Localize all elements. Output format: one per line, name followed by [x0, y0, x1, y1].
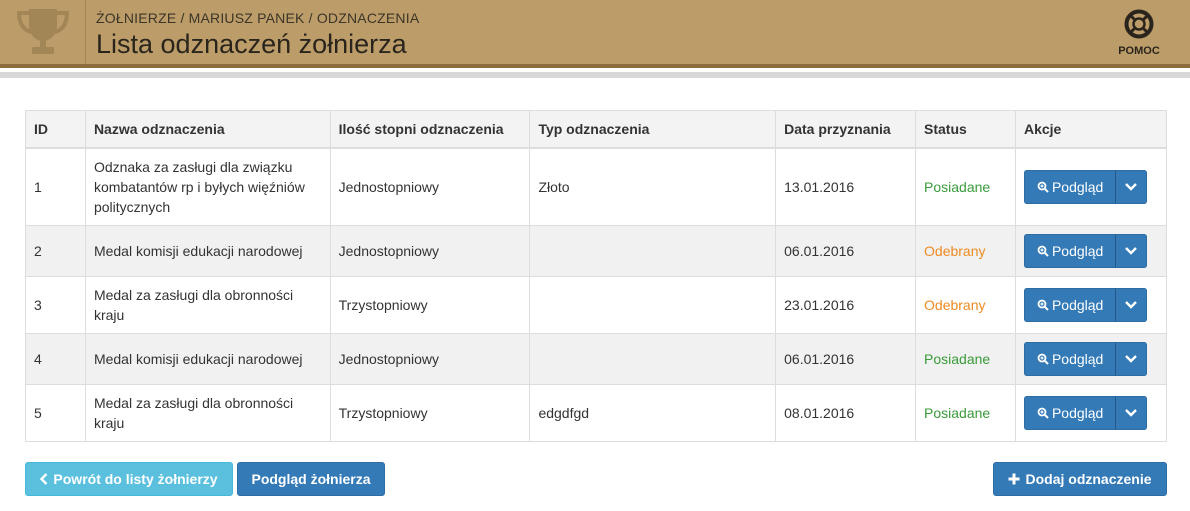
preview-button[interactable]: Podgląd	[1023, 396, 1116, 430]
header-shadow	[0, 72, 1190, 78]
cell-degrees: Jednostopniowy	[329, 333, 531, 385]
row-action-group: Podgląd	[1023, 234, 1148, 268]
cell-type	[529, 225, 777, 277]
column-header-name: Nazwa odznaczenia	[84, 110, 331, 149]
table-row: 3 Medal za zasługi dla obronności kraju …	[25, 276, 1168, 334]
row-action-group: Podgląd	[1023, 288, 1148, 322]
zoom-icon	[1037, 353, 1049, 365]
cell-type	[529, 333, 777, 385]
cell-id: 4	[25, 333, 86, 385]
cell-status: Odebrany	[915, 276, 1016, 334]
breadcrumb: ŻOŁNIERZE / MARIUSZ PANEK / ODZNACZENIA	[96, 10, 420, 26]
table-header-row: ID Nazwa odznaczenia Ilość stopni odznac…	[25, 110, 1168, 149]
cell-id: 3	[25, 276, 86, 334]
awards-table-wrapper: ID Nazwa odznaczenia Ilość stopni odznac…	[25, 110, 1168, 442]
column-header-date: Data przyznania	[775, 110, 917, 149]
cell-name: Odznaka za zasługi dla związku kombatant…	[84, 147, 331, 226]
actions-dropdown-toggle[interactable]	[1115, 396, 1148, 430]
chevron-down-icon	[1125, 355, 1138, 363]
actions-dropdown-toggle[interactable]	[1115, 234, 1148, 268]
cell-type: Złoto	[529, 147, 777, 226]
preview-button-label: Podgląd	[1051, 243, 1104, 259]
help-button[interactable]: POMOC	[1116, 9, 1162, 57]
row-action-group: Podgląd	[1023, 396, 1148, 430]
preview-button-label: Podgląd	[1051, 297, 1104, 313]
zoom-icon	[1037, 181, 1049, 193]
cell-date: 08.01.2016	[775, 384, 917, 442]
row-action-group: Podgląd	[1023, 342, 1148, 376]
cell-status: Posiadane	[915, 333, 1016, 385]
chevron-down-icon	[1125, 247, 1138, 255]
preview-button-label: Podgląd	[1051, 351, 1104, 367]
back-to-soldiers-button[interactable]: Powrót do listy żołnierzy	[25, 462, 233, 496]
page-title: Lista odznaczeń żołnierza	[96, 29, 407, 59]
column-header-id: ID	[25, 110, 86, 149]
column-header-degrees: Ilość stopni odznaczenia	[329, 110, 531, 149]
help-label: POMOC	[1118, 45, 1160, 57]
preview-button[interactable]: Podgląd	[1023, 234, 1116, 268]
cell-type: edgdfgd	[529, 384, 777, 442]
cell-name: Medal komisji edukacji narodowej	[84, 225, 331, 277]
actions-dropdown-toggle[interactable]	[1115, 288, 1148, 322]
row-action-group: Podgląd	[1023, 169, 1148, 204]
actions-dropdown-toggle[interactable]	[1115, 342, 1148, 376]
preview-button-label: Podgląd	[1051, 178, 1104, 195]
plus-icon	[1008, 473, 1020, 485]
add-award-label: Dodaj odznaczenie	[1025, 471, 1152, 487]
cell-degrees: Trzystopniowy	[329, 276, 531, 334]
cell-name: Medal za zasługi dla obronności kraju	[84, 384, 331, 442]
cell-date: 23.01.2016	[775, 276, 917, 334]
trophy-icon-box	[0, 0, 86, 64]
actions-dropdown-toggle[interactable]	[1115, 169, 1148, 204]
trophy-icon	[16, 9, 70, 54]
cell-degrees: Jednostopniowy	[329, 225, 531, 277]
table-row: 2 Medal komisji edukacji narodowej Jedno…	[25, 225, 1168, 277]
chevron-left-icon	[40, 473, 48, 485]
view-soldier-label: Podgląd żołnierza	[251, 471, 371, 487]
cell-id: 5	[25, 384, 86, 442]
cell-degrees: Jednostopniowy	[329, 147, 531, 226]
cell-date: 06.01.2016	[775, 225, 917, 277]
table-row: 1 Odznaka za zasługi dla związku kombata…	[25, 147, 1168, 226]
cell-name: Medal komisji edukacji narodowej	[84, 333, 331, 385]
table-row: 4 Medal komisji edukacji narodowej Jedno…	[25, 333, 1168, 385]
cell-id: 1	[25, 147, 86, 226]
cell-actions: Podgląd	[1014, 276, 1168, 334]
column-header-actions: Akcje	[1014, 110, 1168, 149]
cell-status: Odebrany	[915, 225, 1016, 277]
column-header-type: Typ odznaczenia	[529, 110, 777, 149]
add-award-button[interactable]: Dodaj odznaczenie	[993, 462, 1167, 496]
preview-button[interactable]: Podgląd	[1023, 169, 1116, 204]
cell-actions: Podgląd	[1014, 225, 1168, 277]
zoom-icon	[1037, 245, 1049, 257]
cell-actions: Podgląd	[1014, 333, 1168, 385]
cell-actions: Podgląd	[1014, 384, 1168, 442]
zoom-icon	[1037, 407, 1049, 419]
cell-status: Posiadane	[915, 147, 1016, 226]
awards-table: ID Nazwa odznaczenia Ilość stopni odznac…	[25, 110, 1168, 442]
cell-degrees: Trzystopniowy	[329, 384, 531, 442]
cell-id: 2	[25, 225, 86, 277]
cell-status: Posiadane	[915, 384, 1016, 442]
lifebuoy-icon	[1124, 9, 1154, 39]
cell-date: 06.01.2016	[775, 333, 917, 385]
preview-button[interactable]: Podgląd	[1023, 288, 1116, 322]
column-header-status: Status	[915, 110, 1016, 149]
table-row: 5 Medal za zasługi dla obronności kraju …	[25, 384, 1168, 442]
chevron-down-icon	[1125, 301, 1138, 309]
zoom-icon	[1037, 299, 1049, 311]
back-button-label: Powrót do listy żołnierzy	[53, 471, 218, 487]
cell-actions: Podgląd	[1014, 147, 1168, 226]
preview-button[interactable]: Podgląd	[1023, 342, 1116, 376]
chevron-down-icon	[1125, 182, 1138, 191]
cell-date: 13.01.2016	[775, 147, 917, 226]
page-header: ŻOŁNIERZE / MARIUSZ PANEK / ODZNACZENIA …	[0, 0, 1190, 68]
preview-button-label: Podgląd	[1051, 405, 1104, 421]
cell-type	[529, 276, 777, 334]
cell-name: Medal za zasługi dla obronności kraju	[84, 276, 331, 334]
view-soldier-button[interactable]: Podgląd żołnierza	[237, 462, 385, 496]
chevron-down-icon	[1125, 409, 1138, 417]
